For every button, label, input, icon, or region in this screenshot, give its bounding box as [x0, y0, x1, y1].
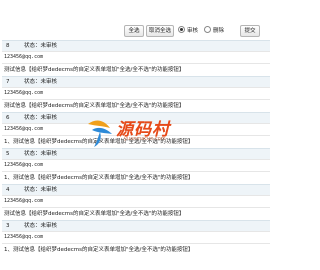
record-content: 1、测试信息【给织梦dedecms的自定义表单增加"全选/全不选"的功能按钮】 — [2, 243, 270, 256]
review-radio[interactable] — [178, 26, 185, 33]
record-email: 123456@qq.com — [2, 195, 270, 207]
record-content: 1、测试信息【给织梦dedecms的自定义表单增加"全选/全不选"的功能按钮】 — [2, 171, 270, 184]
record-item: 7 状态：未审核 123456@qq.com 测试信息【给织梦dedecms的自… — [2, 76, 270, 112]
record-number: 3 — [6, 223, 10, 229]
record-item: 5 状态：未审核 123456@qq.com 1、测试信息【给织梦dedecms… — [2, 148, 270, 184]
record-status: 状态：未审核 — [24, 79, 58, 85]
toolbar: 全选 取消全选 审核 删除 提交 — [0, 0, 270, 40]
record-email: 123456@qq.com — [2, 231, 270, 243]
record-header: 3 状态：未审核 — [2, 220, 270, 231]
delete-radio[interactable] — [204, 26, 211, 33]
record-status: 状态：未审核 — [24, 151, 58, 157]
record-number: 6 — [6, 115, 10, 121]
delete-radio-label: 删除 — [213, 28, 225, 34]
deselect-all-button[interactable]: 取消全选 — [146, 25, 174, 37]
record-email: 123456@qq.com — [2, 123, 270, 135]
record-status: 状态：未审核 — [24, 43, 58, 49]
record-number: 7 — [6, 79, 10, 85]
record-item: 4 状态：未审核 123456@qq.com 测试信息【给织梦dedecms的自… — [2, 184, 270, 220]
record-number: 4 — [6, 187, 10, 193]
record-status: 状态：未审核 — [24, 115, 58, 121]
submit-button[interactable]: 提交 — [240, 25, 260, 37]
record-content: 测试信息【给织梦dedecms的自定义表单增加"全选/全不选"的功能按钮】 — [2, 99, 270, 112]
record-number: 5 — [6, 151, 10, 157]
record-content: 测试信息【给织梦dedecms的自定义表单增加"全选/全不选"的功能按钮】 — [2, 63, 270, 76]
record-status: 状态：未审核 — [24, 187, 58, 193]
select-all-button[interactable]: 全选 — [124, 25, 144, 37]
record-item: 6 状态：未审核 123456@qq.com 1、测试信息【给织梦dedecms… — [2, 112, 270, 148]
record-feed: 8 状态：未审核 123456@qq.com 测试信息【给织梦dedecms的自… — [2, 40, 270, 256]
delete-radio-option[interactable]: 删除 — [204, 26, 224, 36]
record-email: 123456@qq.com — [2, 87, 270, 99]
record-content: 1、测试信息【给织梦dedecms的自定义表单增加"全选/全不选"的功能按钮】 — [2, 135, 270, 148]
record-item: 3 状态：未审核 123456@qq.com 1、测试信息【给织梦dedecms… — [2, 220, 270, 256]
review-radio-option[interactable]: 审核 — [178, 26, 198, 36]
record-header: 7 状态：未审核 — [2, 76, 270, 87]
record-number: 8 — [6, 43, 10, 49]
record-status: 状态：未审核 — [24, 223, 58, 229]
record-header: 6 状态：未审核 — [2, 112, 270, 123]
review-radio-label: 审核 — [187, 28, 199, 34]
record-header: 5 状态：未审核 — [2, 148, 270, 159]
record-item: 8 状态：未审核 123456@qq.com 测试信息【给织梦dedecms的自… — [2, 40, 270, 76]
record-content: 测试信息【给织梦dedecms的自定义表单增加"全选/全不选"的功能按钮】 — [2, 207, 270, 220]
record-email: 123456@qq.com — [2, 51, 270, 63]
record-header: 8 状态：未审核 — [2, 40, 270, 51]
record-email: 123456@qq.com — [2, 159, 270, 171]
record-header: 4 状态：未审核 — [2, 184, 270, 195]
